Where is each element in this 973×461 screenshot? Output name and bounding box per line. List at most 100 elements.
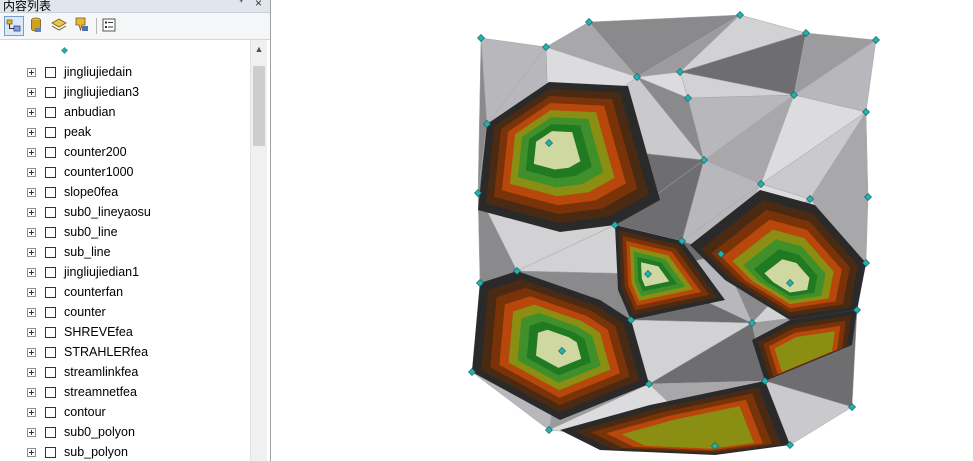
- expand-plus-icon[interactable]: [27, 348, 36, 357]
- layer-name: sub0_lineyaosu: [64, 205, 151, 219]
- expand-plus-icon[interactable]: [27, 168, 36, 177]
- list-by-selection-button[interactable]: [73, 16, 93, 36]
- toc-toolbar: [0, 13, 270, 40]
- layer-item[interactable]: streamlinkfea: [0, 362, 250, 382]
- layer-item[interactable]: counter: [0, 302, 250, 322]
- scroll-up-arrow-icon[interactable]: ▲: [251, 40, 267, 58]
- expand-plus-icon[interactable]: [27, 428, 36, 437]
- layer-name: sub0_polyon: [64, 425, 135, 439]
- layer-item[interactable]: counter1000: [0, 162, 250, 182]
- layer-item[interactable]: streamnetfea: [0, 382, 250, 402]
- toc-title: 内容列表: [3, 0, 52, 13]
- layer-name: counter: [64, 305, 106, 319]
- list-drawing-order-icon: [6, 19, 21, 32]
- expand-plus-icon[interactable]: [27, 88, 36, 97]
- layer-visibility-checkbox[interactable]: [45, 207, 56, 218]
- layer-item[interactable]: jingliujiedain: [0, 62, 250, 82]
- toolbar-separator: [96, 18, 97, 34]
- layer-visibility-checkbox[interactable]: [45, 407, 56, 418]
- layer-item[interactable]: slope0fea: [0, 182, 250, 202]
- close-icon[interactable]: ×: [255, 0, 262, 10]
- layer-visibility-checkbox[interactable]: [45, 347, 56, 358]
- expand-plus-icon[interactable]: [27, 328, 36, 337]
- layer-item[interactable]: jingliujiedian1: [0, 262, 250, 282]
- expand-plus-icon[interactable]: [27, 408, 36, 417]
- expand-plus-icon[interactable]: [27, 388, 36, 397]
- expand-plus-icon[interactable]: [27, 68, 36, 77]
- layer-name: jingliujiedian3: [64, 85, 140, 99]
- layer-name: anbudian: [64, 105, 116, 119]
- layer-visibility-checkbox[interactable]: [45, 147, 56, 158]
- layer-name: jingliujiedain: [64, 65, 133, 79]
- layer-item[interactable]: SHREVEfea: [0, 322, 250, 342]
- list-by-visibility-button[interactable]: [50, 16, 70, 36]
- layer-name: contour: [64, 405, 106, 419]
- layer-visibility-checkbox[interactable]: [45, 327, 56, 338]
- selection-icon: [75, 17, 88, 32]
- list-by-source-button[interactable]: [27, 16, 47, 36]
- expand-plus-icon[interactable]: [27, 448, 36, 457]
- layer-name: STRAHLERfea: [64, 345, 149, 359]
- layer-name: SHREVEfea: [64, 325, 133, 339]
- layer-item[interactable]: STRAHLERfea: [0, 342, 250, 362]
- expand-plus-icon[interactable]: [27, 208, 36, 217]
- layer-visibility-checkbox[interactable]: [45, 287, 56, 298]
- layer-visibility-checkbox[interactable]: [45, 87, 56, 98]
- layer-visibility-checkbox[interactable]: [45, 187, 56, 198]
- layer-item[interactable]: counterfan: [0, 282, 250, 302]
- layer-item[interactable]: sub0_polyon: [0, 422, 250, 442]
- expand-plus-icon[interactable]: [27, 148, 36, 157]
- expand-plus-icon[interactable]: [27, 268, 36, 277]
- layer-visibility-checkbox[interactable]: [45, 267, 56, 278]
- map-root-marker[interactable]: [60, 46, 69, 55]
- layer-name: counter1000: [64, 165, 134, 179]
- layer-tree: jingliujiedain jingliujiedian3 anbudian pea…: [0, 40, 250, 461]
- expand-plus-icon[interactable]: [27, 228, 36, 237]
- toc-title-bar: 内容列表 ᐩ ×: [0, 0, 270, 13]
- scroll-thumb[interactable]: [253, 66, 265, 146]
- layers-icon: [51, 18, 67, 31]
- layer-item[interactable]: anbudian: [0, 102, 250, 122]
- layer-item[interactable]: sub_line: [0, 242, 250, 262]
- layer-visibility-checkbox[interactable]: [45, 67, 56, 78]
- layer-item[interactable]: contour: [0, 402, 250, 422]
- layer-visibility-checkbox[interactable]: [45, 107, 56, 118]
- layer-name: counterfan: [64, 285, 124, 299]
- layer-name: peak: [64, 125, 92, 139]
- list-by-drawing-order-button[interactable]: [4, 16, 24, 36]
- layer-item[interactable]: jingliujiedian3: [0, 82, 250, 102]
- layer-name: streamlinkfea: [64, 365, 139, 379]
- layer-name: sub0_line: [64, 225, 118, 239]
- expand-plus-icon[interactable]: [27, 288, 36, 297]
- layer-name: sub_line: [64, 245, 111, 259]
- expand-plus-icon[interactable]: [27, 368, 36, 377]
- options-list-icon: [102, 18, 116, 32]
- layer-item[interactable]: sub_polyon: [0, 442, 250, 461]
- toc-scrollbar[interactable]: ▲: [250, 40, 267, 461]
- layer-visibility-checkbox[interactable]: [45, 127, 56, 138]
- layer-visibility-checkbox[interactable]: [45, 167, 56, 178]
- layer-visibility-checkbox[interactable]: [45, 307, 56, 318]
- layer-visibility-checkbox[interactable]: [45, 227, 56, 238]
- layer-item[interactable]: counter200: [0, 142, 250, 162]
- expand-plus-icon[interactable]: [27, 308, 36, 317]
- pin-icon[interactable]: ᐩ: [239, 0, 243, 10]
- layer-visibility-checkbox[interactable]: [45, 367, 56, 378]
- layer-item[interactable]: sub0_lineyaosu: [0, 202, 250, 222]
- layer-name: streamnetfea: [64, 385, 137, 399]
- map-view[interactable]: [272, 0, 973, 461]
- expand-plus-icon[interactable]: [27, 188, 36, 197]
- expand-plus-icon[interactable]: [27, 128, 36, 137]
- layer-visibility-checkbox[interactable]: [45, 447, 56, 458]
- layer-visibility-checkbox[interactable]: [45, 427, 56, 438]
- expand-plus-icon[interactable]: [27, 248, 36, 257]
- layer-name: counter200: [64, 145, 127, 159]
- layer-item[interactable]: sub0_line: [0, 222, 250, 242]
- layer-visibility-checkbox[interactable]: [45, 387, 56, 398]
- layer-name: jingliujiedian1: [64, 265, 140, 279]
- layer-visibility-checkbox[interactable]: [45, 247, 56, 258]
- layer-item[interactable]: peak: [0, 122, 250, 142]
- expand-plus-icon[interactable]: [27, 108, 36, 117]
- options-button[interactable]: [100, 16, 120, 36]
- database-icon: [31, 17, 41, 32]
